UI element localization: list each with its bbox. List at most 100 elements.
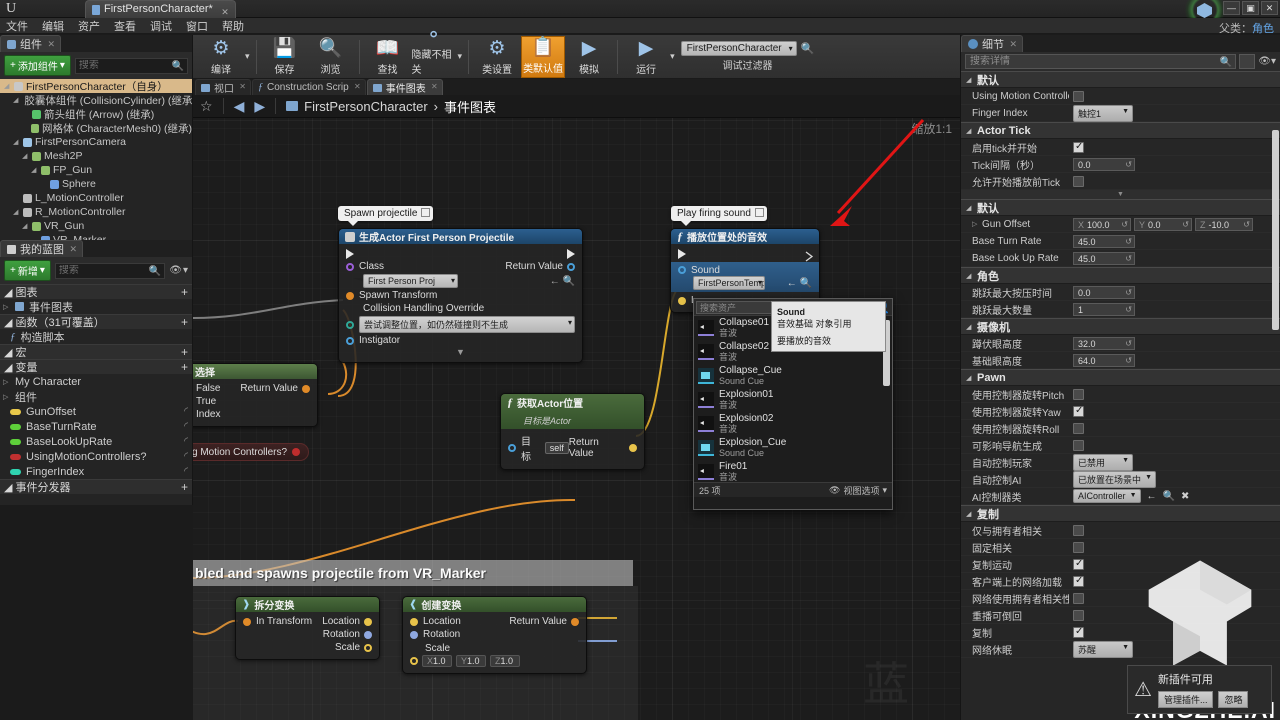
return-value-pin[interactable] xyxy=(567,262,575,271)
toolbar-button-play[interactable]: ▶ 运行 xyxy=(624,36,668,78)
chevron-down-icon[interactable]: ▾ xyxy=(670,51,675,62)
component-tree-row[interactable]: 箭头组件 (Arrow) (继承) xyxy=(0,107,192,121)
node-make-transform[interactable]: ❰ 创建变换 Location Return Value Rotation Sc… xyxy=(402,596,587,674)
exec-out-pin[interactable] xyxy=(805,249,814,262)
location-out-pin[interactable] xyxy=(364,617,372,626)
sound-combo[interactable]: FirstPersonTemp ▾ xyxy=(693,276,765,290)
component-tree-row[interactable]: Sphere xyxy=(0,177,192,191)
blueprint-section-header[interactable]: ◢ 图表 + xyxy=(0,284,192,299)
chevron-down-icon[interactable]: ▾ xyxy=(458,51,463,62)
asset-list-item[interactable]: Collapse_Cue Sound Cue xyxy=(694,364,892,388)
checkbox[interactable] xyxy=(1073,592,1084,604)
node-spawn-actor-from-class[interactable]: 生成Actor First Person Projectile Class Re… xyxy=(338,228,583,363)
visibility-toggle[interactable]: ◜ xyxy=(184,466,188,477)
toolbar-button-save[interactable]: 💾 保存 xyxy=(263,36,307,78)
node-select[interactable]: 选择 False Return Value True Index xyxy=(193,363,318,427)
toolbar-button-simulate[interactable]: ▶ 模拟 xyxy=(567,36,611,78)
close-icon[interactable]: ✕ xyxy=(431,82,438,91)
reset-icon[interactable]: ↺ xyxy=(1125,159,1132,171)
reset-icon[interactable]: ↺ xyxy=(1125,287,1132,299)
spawn-transform-pin[interactable] xyxy=(346,291,354,300)
component-tree-row[interactable]: ◢ FirstPersonCamera xyxy=(0,135,192,149)
expand-triangle-icon[interactable]: ▷ xyxy=(3,303,10,311)
details-category-header[interactable]: ◢ 默认 xyxy=(961,199,1280,216)
toolbar-button-class-settings[interactable]: ⚙ 类设置 xyxy=(475,36,519,78)
target-pin[interactable] xyxy=(508,444,516,452)
expand-triangle-icon[interactable]: ◢ xyxy=(966,323,973,331)
expand-triangle-icon[interactable]: ◢ xyxy=(966,204,973,212)
use-selected-icon[interactable]: ← xyxy=(1147,491,1157,502)
checkbox[interactable] xyxy=(1073,609,1084,621)
checkbox[interactable] xyxy=(1073,439,1084,451)
details-category-header[interactable]: ◢ 复制 xyxy=(961,505,1280,522)
pin-icon[interactable] xyxy=(754,208,764,217)
add-item-button[interactable]: + xyxy=(181,285,188,299)
components-search-input[interactable] xyxy=(78,60,184,71)
node-break-transform[interactable]: ❱ 拆分变换 In Transform Location Rotation Sc… xyxy=(235,596,380,660)
details-category-header[interactable]: ◢ 摄像机 xyxy=(961,318,1280,335)
asset-list-item[interactable]: Explosion01 音波 xyxy=(694,388,892,412)
scale-z-field[interactable]: Z1.0 xyxy=(490,655,520,667)
expand-triangle-icon[interactable]: ◢ xyxy=(966,127,973,135)
in-transform-pin[interactable] xyxy=(243,617,251,626)
details-category-header[interactable]: ◢ Pawn xyxy=(961,369,1280,386)
class-combo[interactable]: First Person Proj ▾ xyxy=(363,274,458,288)
expand-triangle-icon[interactable]: ◢ xyxy=(13,208,20,216)
return-value-pin[interactable] xyxy=(629,444,637,452)
close-icon[interactable]: ✕ xyxy=(354,82,361,91)
scale-x-field[interactable]: X1.0 xyxy=(422,655,452,667)
maximize-button[interactable]: ▣ xyxy=(1242,1,1259,15)
blueprint-item-row[interactable]: ▷ 组件 xyxy=(0,389,192,404)
expand-triangle-icon[interactable]: ◢ xyxy=(966,374,973,382)
expand-node-button[interactable]: ▼ xyxy=(339,347,582,357)
add-item-button[interactable]: + xyxy=(181,315,188,329)
blueprint-section-header[interactable]: ◢ 事件分发器 + xyxy=(0,479,192,494)
forward-button[interactable]: ▶ xyxy=(254,98,265,115)
close-icon[interactable]: ✕ xyxy=(239,82,246,91)
numeric-field[interactable]: 0.0 ↺ xyxy=(1073,285,1135,299)
asset-list-item[interactable]: Fire01 音波 xyxy=(694,460,892,482)
spawn-projectile-bubble[interactable]: Spawn projectile xyxy=(338,206,434,226)
expand-triangle-icon[interactable]: ◢ xyxy=(966,76,973,84)
return-value-pin[interactable] xyxy=(571,617,579,626)
reset-icon[interactable]: ↺ xyxy=(1243,219,1250,231)
vector-z-field[interactable]: Z -10.0 ↺ xyxy=(1195,217,1253,231)
reset-icon[interactable]: ↺ xyxy=(1182,219,1189,231)
tab-components[interactable]: 组件 ✕ xyxy=(0,35,61,52)
exec-out-pin[interactable] xyxy=(567,248,575,259)
variable-row[interactable]: BaseTurnRate ◜ xyxy=(0,419,192,434)
target-value[interactable]: self xyxy=(544,442,569,454)
close-icon[interactable]: ✕ xyxy=(47,39,55,50)
checkbox[interactable] xyxy=(1073,175,1084,187)
toolbar-button-hide-unrelated[interactable]: ⚬ 隐藏不相关 xyxy=(412,25,456,78)
blueprint-item-row[interactable]: ▷ 事件图表 xyxy=(0,299,192,314)
rotation-out-pin[interactable] xyxy=(364,630,372,639)
expand-triangle-icon[interactable]: ◢ xyxy=(22,222,29,230)
vector-y-field[interactable]: Y 0.0 ↺ xyxy=(1134,217,1192,231)
reset-icon[interactable]: ↺ xyxy=(1125,253,1132,265)
menu-item-window[interactable]: 窗口 xyxy=(186,18,208,34)
expand-triangle-icon[interactable]: ◢ xyxy=(31,166,38,174)
reset-icon[interactable]: ↺ xyxy=(1125,355,1132,367)
component-tree-row[interactable]: ◢ VR_Gun xyxy=(0,219,192,233)
tab-details[interactable]: 细节 ✕ xyxy=(961,35,1023,52)
node-get-actor-location[interactable]: ƒ 获取Actor位置 目标是Actor 目标 self Return Valu… xyxy=(500,393,645,470)
vector-x-field[interactable]: X 100.0 ↺ xyxy=(1073,217,1131,231)
search-icon[interactable]: 🔍 xyxy=(801,42,815,55)
reset-icon[interactable]: ↺ xyxy=(1121,219,1128,231)
component-tree-row[interactable]: ◢ FirstPersonCharacter（自身） xyxy=(0,79,192,93)
numeric-field[interactable]: 32.0 ↺ xyxy=(1073,336,1135,350)
manage-plugins-button[interactable]: 管理插件... xyxy=(1157,691,1214,708)
breadcrumb-root[interactable]: FirstPersonCharacter xyxy=(304,99,428,114)
visibility-toggle[interactable]: ◜ xyxy=(184,421,188,432)
checkbox[interactable] xyxy=(1073,575,1084,587)
reset-icon[interactable]: ↺ xyxy=(1125,304,1132,316)
menu-item-debug[interactable]: 调试 xyxy=(150,18,172,34)
settings-dropdown-button[interactable]: 👁▾ xyxy=(1258,56,1276,67)
visibility-options-button[interactable]: 👁 ▾ xyxy=(169,265,188,276)
checkbox[interactable] xyxy=(1073,626,1084,638)
component-tree-row[interactable]: L_MotionController xyxy=(0,191,192,205)
parent-class-value[interactable]: 角色 xyxy=(1252,23,1274,35)
comment-banner[interactable]: bled and spawns projectile from VR_Marke… xyxy=(193,560,633,586)
checkbox[interactable] xyxy=(1073,558,1084,570)
